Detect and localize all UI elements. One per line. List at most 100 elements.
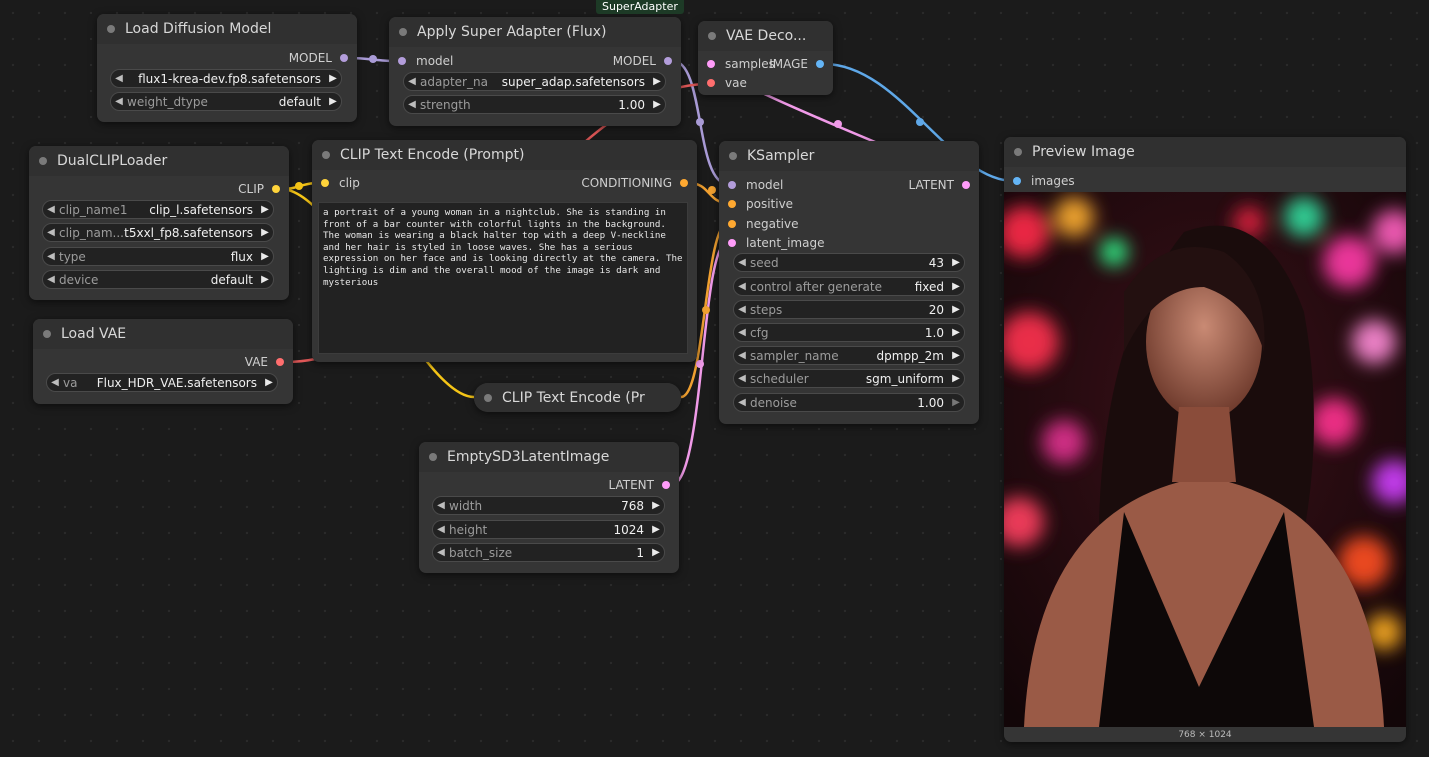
arrow-left-icon[interactable]: ◀	[734, 327, 750, 338]
widget-cfg[interactable]: ◀ cfg 1.0 ▶	[733, 323, 965, 342]
widget-width[interactable]: ◀ width 768 ▶	[432, 496, 665, 515]
arrow-left-icon[interactable]: ◀	[433, 500, 449, 511]
widget-sampler-name[interactable]: ◀ sampler_name dpmpp_2m ▶	[733, 346, 965, 365]
input-dot-model[interactable]	[728, 181, 736, 189]
arrow-left-icon[interactable]: ◀	[111, 73, 127, 84]
arrow-right-icon[interactable]: ▶	[948, 281, 964, 292]
collapse-dot-icon[interactable]	[39, 157, 47, 165]
input-dot-images[interactable]	[1013, 177, 1021, 185]
widget-batch-size[interactable]: ◀ batch_size 1 ▶	[432, 543, 665, 562]
node-ksampler[interactable]: KSampler model LATENT positive negative …	[719, 141, 979, 424]
arrow-right-icon[interactable]: ▶	[325, 73, 341, 84]
output-dot-conditioning[interactable]	[680, 179, 688, 187]
widget-scheduler[interactable]: ◀ scheduler sgm_uniform ▶	[733, 369, 965, 388]
arrow-left-icon[interactable]: ◀	[734, 304, 750, 315]
node-load-vae[interactable]: Load VAE VAE ◀ va Flux_HDR_VAE.safetensors…	[33, 319, 293, 404]
arrow-right-icon[interactable]: ▶	[948, 350, 964, 361]
arrow-left-icon[interactable]: ◀	[43, 204, 59, 215]
arrow-left-icon[interactable]: ◀	[433, 524, 449, 535]
widget-unet-name[interactable]: ◀ flux1-krea-dev.fp8.safetensors ▶	[110, 69, 342, 88]
arrow-left-icon[interactable]: ◀	[111, 96, 127, 107]
arrow-right-icon[interactable]: ▶	[649, 76, 665, 87]
output-dot-clip[interactable]	[272, 185, 280, 193]
preview-output-image[interactable]	[1004, 192, 1406, 727]
prompt-textarea[interactable]: a portrait of a young woman in a nightcl…	[318, 202, 688, 354]
arrow-left-icon[interactable]: ◀	[43, 251, 59, 262]
output-dot-vae[interactable]	[276, 358, 284, 366]
input-dot-model[interactable]	[398, 57, 406, 65]
widget-clip-name2[interactable]: ◀ clip_nam... t5xxl_fp8.safetensors ▶	[42, 223, 274, 242]
arrow-right-icon[interactable]: ▶	[257, 274, 273, 285]
arrow-right-icon[interactable]: ▶	[648, 524, 664, 535]
collapse-dot-icon[interactable]	[708, 32, 716, 40]
input-dot-positive[interactable]	[728, 200, 736, 208]
collapse-dot-icon[interactable]	[107, 25, 115, 33]
widget-denoise[interactable]: ◀ denoise 1.00 ▶	[733, 393, 965, 412]
group-label-superadapter[interactable]: SuperAdapter	[596, 0, 684, 14]
arrow-left-icon[interactable]: ◀	[404, 76, 420, 87]
input-label-latent-image: latent_image	[746, 236, 825, 250]
input-dot-samples[interactable]	[707, 60, 715, 68]
arrow-left-icon[interactable]: ◀	[734, 350, 750, 361]
node-vae-decode[interactable]: VAE Deco... samples IMAGE vae	[698, 21, 833, 95]
output-label-conditioning: CONDITIONING	[581, 176, 672, 190]
collapse-dot-icon[interactable]	[429, 453, 437, 461]
arrow-left-icon[interactable]: ◀	[734, 257, 750, 268]
arrow-right-icon[interactable]: ▶	[261, 377, 277, 388]
arrow-left-icon[interactable]: ◀	[734, 397, 750, 408]
arrow-right-icon[interactable]: ▶	[948, 397, 964, 408]
widget-height[interactable]: ◀ height 1024 ▶	[432, 520, 665, 539]
arrow-right-icon[interactable]: ▶	[948, 373, 964, 384]
input-dot-clip[interactable]	[321, 179, 329, 187]
arrow-right-icon[interactable]: ▶	[648, 547, 664, 558]
arrow-right-icon[interactable]: ▶	[325, 96, 341, 107]
widget-device[interactable]: ◀ device default ▶	[42, 270, 274, 289]
output-dot-model[interactable]	[664, 57, 672, 65]
node-clip-text-encode-collapsed[interactable]: CLIP Text Encode (Pr	[474, 383, 681, 412]
output-dot-model[interactable]	[340, 54, 348, 62]
node-empty-sd3-latent-image[interactable]: EmptySD3LatentImage LATENT ◀ width 768 ▶ ◀ h…	[419, 442, 679, 573]
arrow-right-icon[interactable]: ▶	[257, 204, 273, 215]
widget-weight-dtype[interactable]: ◀ weight_dtype default ▶	[110, 92, 342, 111]
arrow-right-icon[interactable]: ▶	[948, 327, 964, 338]
arrow-left-icon[interactable]: ◀	[734, 281, 750, 292]
arrow-left-icon[interactable]: ◀	[404, 99, 420, 110]
arrow-right-icon[interactable]: ▶	[948, 304, 964, 315]
arrow-left-icon[interactable]: ◀	[433, 547, 449, 558]
arrow-left-icon[interactable]: ◀	[47, 377, 63, 388]
input-dot-vae[interactable]	[707, 79, 715, 87]
arrow-left-icon[interactable]: ◀	[734, 373, 750, 384]
node-apply-super-adapter[interactable]: Apply Super Adapter (Flux) model MODEL ◀…	[389, 17, 681, 126]
input-dot-latent-image[interactable]	[728, 239, 736, 247]
output-dot-latent[interactable]	[962, 181, 970, 189]
arrow-left-icon[interactable]: ◀	[43, 227, 59, 238]
input-dot-negative[interactable]	[728, 220, 736, 228]
widget-control-after-generate[interactable]: ◀ control after generate fixed ▶	[733, 277, 965, 296]
widget-strength[interactable]: ◀ strength 1.00 ▶	[403, 95, 666, 114]
output-dot-latent[interactable]	[662, 481, 670, 489]
widget-clip-name1[interactable]: ◀ clip_name1 clip_l.safetensors ▶	[42, 200, 274, 219]
node-dual-clip-loader[interactable]: DualCLIPLoader CLIP ◀ clip_name1 clip_l.sa…	[29, 146, 289, 300]
widget-adapter-name[interactable]: ◀ adapter_na super_adap.safetensors ▶	[403, 72, 666, 91]
collapse-dot-icon[interactable]	[399, 28, 407, 36]
output-dot-image[interactable]	[816, 60, 824, 68]
arrow-right-icon[interactable]: ▶	[649, 99, 665, 110]
widget-type[interactable]: ◀ type flux ▶	[42, 247, 274, 266]
widget-steps[interactable]: ◀ steps 20 ▶	[733, 300, 965, 319]
collapse-dot-icon[interactable]	[1014, 148, 1022, 156]
arrow-right-icon[interactable]: ▶	[257, 227, 273, 238]
widget-vae-name[interactable]: ◀ va Flux_HDR_VAE.safetensors ▶	[46, 373, 278, 392]
collapse-dot-icon[interactable]	[729, 152, 737, 160]
collapse-dot-icon[interactable]	[484, 393, 492, 402]
arrow-right-icon[interactable]: ▶	[948, 257, 964, 268]
widget-value: clip_l.safetensors	[149, 202, 253, 217]
node-clip-text-encode[interactable]: CLIP Text Encode (Prompt) clip CONDITION…	[312, 140, 697, 362]
node-load-diffusion-model[interactable]: Load Diffusion Model MODEL ◀ flux1-krea-d…	[97, 14, 357, 122]
widget-seed[interactable]: ◀ seed 43 ▶	[733, 253, 965, 272]
arrow-right-icon[interactable]: ▶	[648, 500, 664, 511]
arrow-left-icon[interactable]: ◀	[43, 274, 59, 285]
collapse-dot-icon[interactable]	[322, 151, 330, 159]
arrow-right-icon[interactable]: ▶	[257, 251, 273, 262]
collapse-dot-icon[interactable]	[43, 330, 51, 338]
node-preview-image[interactable]: Preview Image images 768 × 1024	[1004, 137, 1406, 742]
